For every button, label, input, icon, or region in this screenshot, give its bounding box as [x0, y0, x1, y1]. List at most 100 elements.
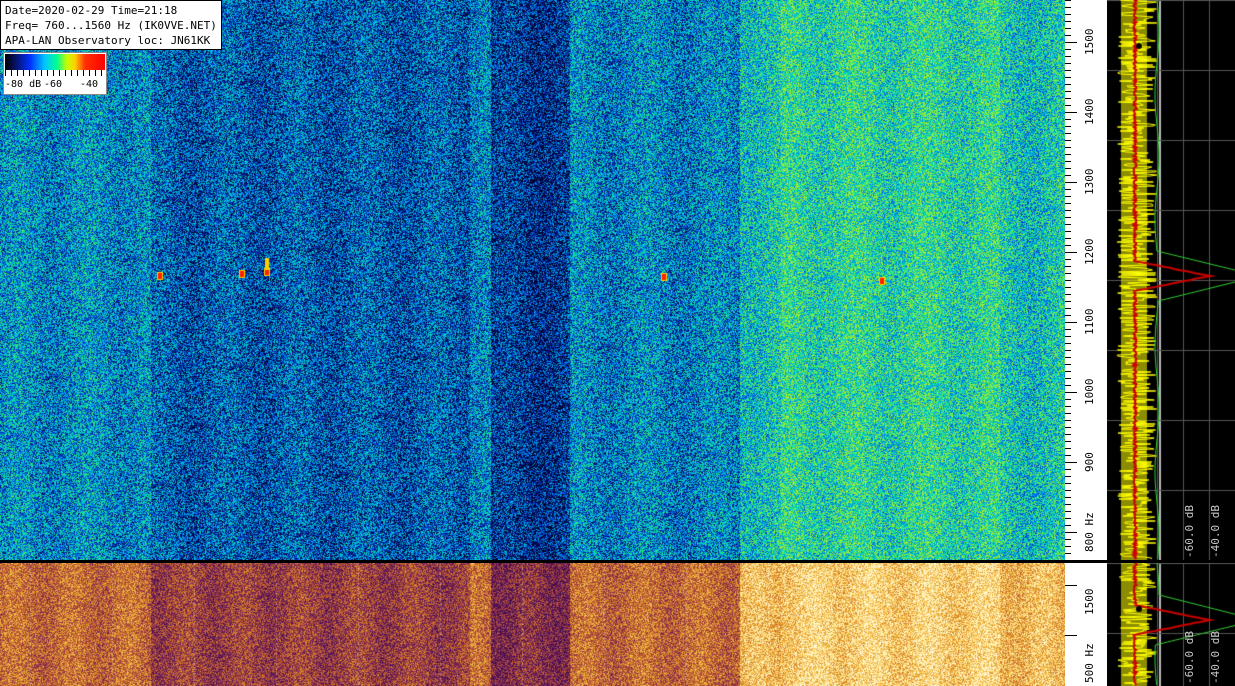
- spectrum-scale-label-60: -60.0 dB: [1183, 505, 1196, 558]
- freq-tick: [1065, 427, 1071, 428]
- freq-tick: [1065, 21, 1071, 22]
- freq-tick: [1065, 14, 1071, 15]
- color-scale-ticks: [5, 70, 105, 76]
- freq-tick: [1065, 511, 1071, 512]
- freq-tick: [1065, 585, 1077, 586]
- waterfall-display[interactable]: [0, 0, 1065, 560]
- freq-tick: [1065, 280, 1071, 281]
- freq-tick: [1065, 322, 1077, 323]
- freq-tick: [1065, 175, 1071, 176]
- freq-tick: [1065, 35, 1071, 36]
- freq-tick: [1065, 140, 1071, 141]
- color-legend: -80 dB -60 -40: [3, 52, 107, 95]
- freq-tick: [1065, 238, 1071, 239]
- freq-tick: [1065, 364, 1071, 365]
- freq-tick: [1065, 539, 1071, 540]
- freq-tick: [1065, 308, 1071, 309]
- freq-tick: [1065, 182, 1077, 183]
- freq-label: 1000: [1083, 378, 1096, 406]
- freq-tick: [1065, 266, 1071, 267]
- freq-tick: [1065, 399, 1071, 400]
- spectrum-scale-label-40: -40.0 dB: [1209, 505, 1222, 558]
- freq-tick: [1065, 245, 1071, 246]
- freq-label: 1200: [1083, 238, 1096, 266]
- color-scale-bar: [5, 54, 105, 70]
- freq-tick: [1065, 70, 1071, 71]
- freq-tick: [1065, 497, 1071, 498]
- freq-tick: [1065, 315, 1071, 316]
- freq-tick: [1065, 287, 1071, 288]
- freq-label: 1300: [1083, 168, 1096, 196]
- freq-tick: [1065, 119, 1071, 120]
- freq-tick: [1065, 441, 1071, 442]
- freq-tick: [1065, 329, 1071, 330]
- freq-tick: [1065, 105, 1071, 106]
- freq-tick: [1065, 252, 1077, 253]
- freq-tick: [1065, 112, 1077, 113]
- freq-tick: [1065, 476, 1071, 477]
- freq-tick: [1065, 259, 1071, 260]
- freq-tick: [1065, 448, 1071, 449]
- freq-tick: [1065, 126, 1071, 127]
- freq-label: 1400: [1083, 98, 1096, 126]
- freq-tick: [1065, 98, 1071, 99]
- freq-tick: [1065, 84, 1071, 85]
- info-box: Date=2020-02-29 Time=21:18 Freq= 760...15…: [0, 0, 222, 50]
- spectrum-secondary-scale-label-60: -60.0 dB: [1183, 631, 1196, 684]
- freq-tick: [1065, 504, 1071, 505]
- freq-tick: [1065, 28, 1071, 29]
- freq-tick: [1065, 231, 1071, 232]
- info-observatory: APA-LAN Observatory loc: JN61KK: [5, 34, 211, 47]
- freq-tick: [1065, 217, 1071, 218]
- freq-tick: [1065, 210, 1071, 211]
- freq-tick: [1065, 406, 1071, 407]
- spectrum-display: [1107, 0, 1235, 560]
- freq-tick: [1065, 77, 1071, 78]
- freq-tick: [1065, 147, 1071, 148]
- freq-tick: [1065, 546, 1071, 547]
- legend-max-label: -40: [80, 79, 99, 90]
- freq-tick: [1065, 483, 1071, 484]
- info-date-time: Date=2020-02-29 Time=21:18: [5, 4, 178, 17]
- freq-tick: [1065, 392, 1077, 393]
- freq-tick: [1065, 420, 1071, 421]
- freq-tick: [1065, 532, 1077, 533]
- freq-tick: [1065, 294, 1071, 295]
- freq-tick: [1065, 91, 1071, 92]
- freq-tick: [1065, 490, 1071, 491]
- waterfall-secondary-display[interactable]: [0, 563, 1065, 686]
- freq-tick: [1065, 635, 1077, 636]
- freq-label-500-secondary: 500 Hz: [1083, 643, 1096, 683]
- legend-mid-label: -60: [44, 79, 63, 90]
- freq-tick: [1065, 7, 1071, 8]
- freq-tick: [1065, 350, 1071, 351]
- spectrum-secondary-scale-label-40: -40.0 dB: [1209, 631, 1222, 684]
- freq-tick: [1065, 63, 1071, 64]
- freq-tick: [1065, 56, 1071, 57]
- freq-tick: [1065, 154, 1071, 155]
- freq-tick: [1065, 189, 1071, 190]
- freq-tick: [1065, 378, 1071, 379]
- freq-tick: [1065, 525, 1071, 526]
- freq-tick: [1065, 42, 1077, 43]
- freq-label: 1500: [1083, 28, 1096, 56]
- freq-tick: [1065, 168, 1071, 169]
- freq-tick: [1065, 196, 1071, 197]
- freq-tick: [1065, 133, 1071, 134]
- freq-tick: [1065, 434, 1071, 435]
- freq-tick: [1065, 336, 1071, 337]
- freq-tick: [1065, 343, 1071, 344]
- freq-label: 1100: [1083, 308, 1096, 336]
- freq-tick: [1065, 161, 1071, 162]
- frequency-axis-secondary: 1500 500 Hz: [1065, 563, 1107, 686]
- freq-label: 800 Hz: [1083, 512, 1096, 552]
- freq-tick: [1065, 357, 1071, 358]
- frequency-axis: 1500 1400 1300 1200 1100 1000 900 800 Hz: [1065, 0, 1107, 560]
- freq-label: 900: [1083, 452, 1096, 472]
- freq-tick: [1065, 203, 1071, 204]
- freq-tick: [1065, 413, 1071, 414]
- freq-tick: [1065, 273, 1071, 274]
- freq-tick: [1065, 469, 1071, 470]
- freq-tick: [1065, 518, 1071, 519]
- freq-tick: [1065, 455, 1071, 456]
